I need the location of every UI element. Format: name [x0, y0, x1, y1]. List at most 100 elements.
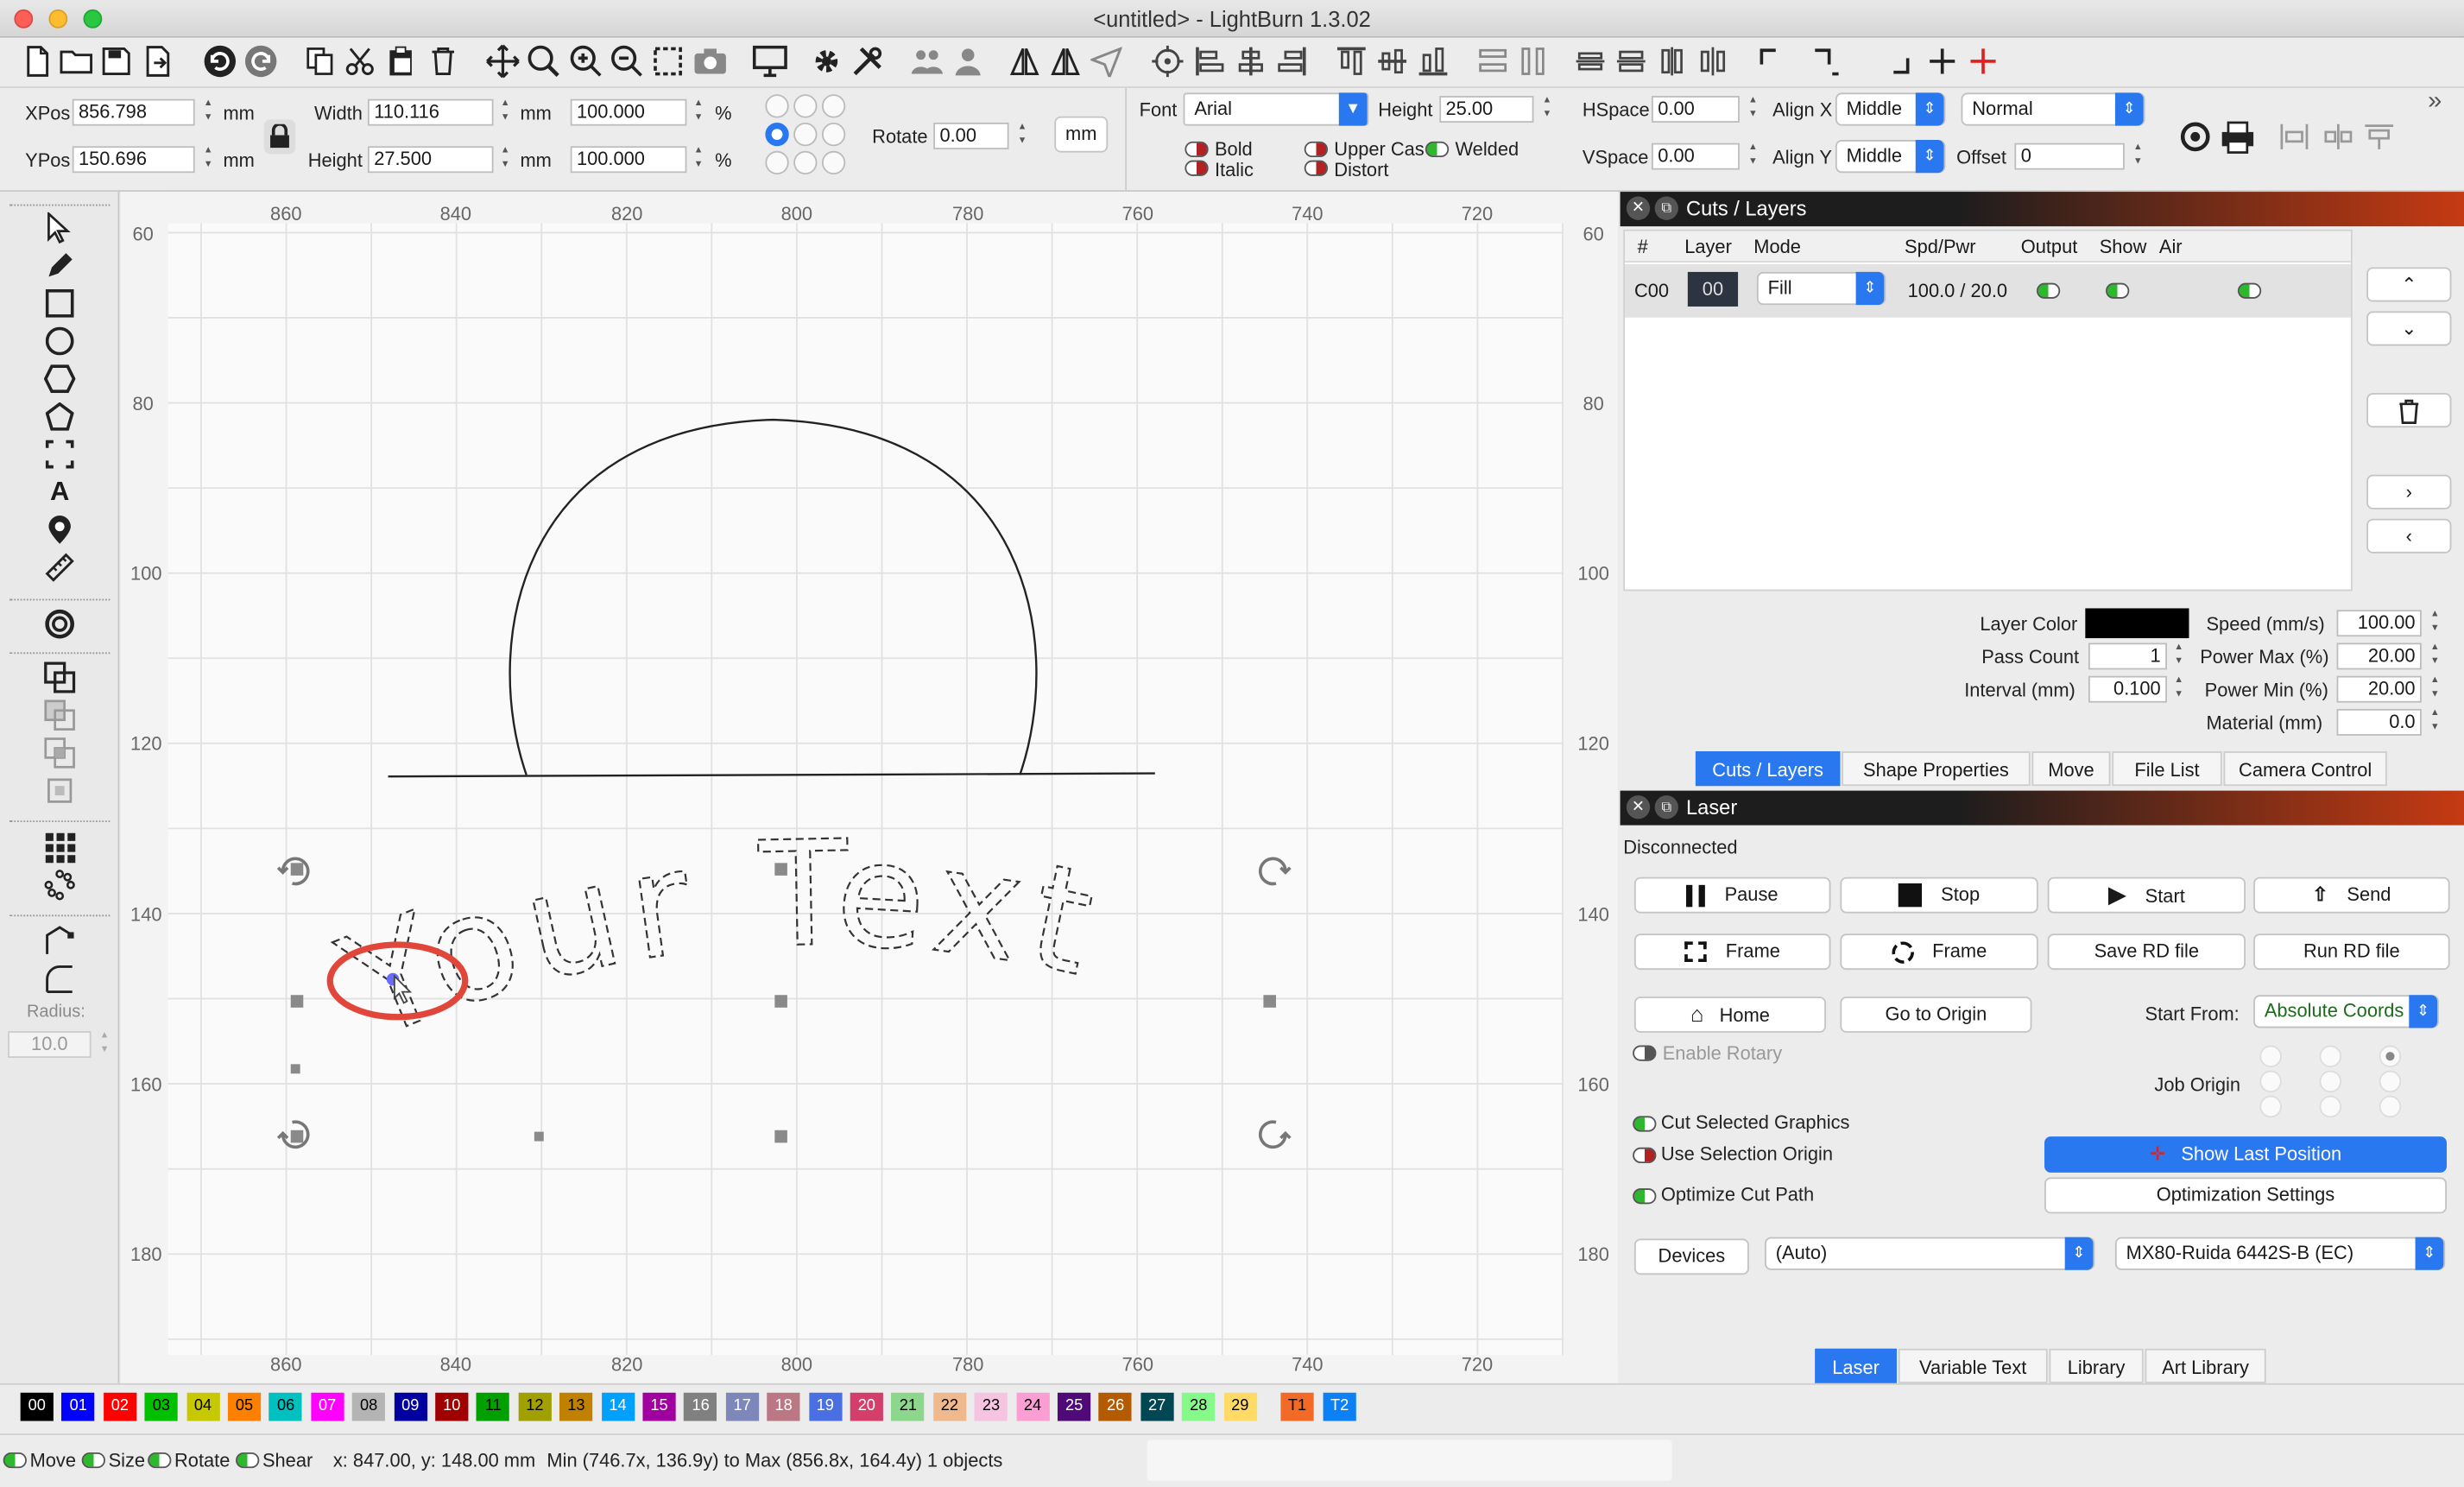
boolean-subtract-icon[interactable]: [42, 698, 77, 732]
tab-library[interactable]: Library: [2049, 1348, 2144, 1383]
camera-icon[interactable]: [692, 42, 730, 80]
text-mode-select[interactable]: Normal ⇕: [1961, 92, 2145, 126]
text-height-input[interactable]: 25.00: [1439, 96, 1534, 123]
rotate-toggle[interactable]: [148, 1452, 172, 1469]
more-chevron-icon[interactable]: »: [2428, 88, 2442, 117]
port-select[interactable]: (Auto) ⇕: [1765, 1237, 2095, 1270]
lock-icon[interactable]: [263, 119, 296, 155]
palette-swatch-07[interactable]: 07: [311, 1392, 344, 1421]
align-right-icon[interactable]: [1273, 42, 1311, 80]
material-input[interactable]: 0.0: [2336, 708, 2422, 736]
layer-swatch[interactable]: 00: [1687, 271, 1739, 307]
power-max-input[interactable]: 20.00: [2336, 642, 2422, 670]
print-icon[interactable]: [2219, 119, 2257, 154]
palette-swatch-05[interactable]: 05: [227, 1392, 262, 1421]
table-row[interactable]: C00 00 Fill ⇕ 100.0 / 20.0: [1625, 263, 2351, 318]
machine-settings-icon[interactable]: [849, 42, 887, 80]
palette-swatch-10[interactable]: 10: [435, 1392, 469, 1421]
paste-icon[interactable]: [382, 42, 420, 80]
crosshair-icon[interactable]: [1924, 42, 1962, 80]
export-icon[interactable]: [140, 42, 178, 80]
palette-swatch-02[interactable]: 02: [103, 1392, 136, 1421]
height-stepper[interactable]: ▲ ▼: [498, 144, 512, 174]
target-icon[interactable]: [1149, 42, 1187, 80]
palette-swatch-20[interactable]: 20: [850, 1392, 883, 1421]
tab-cuts-layers[interactable]: Cuts / Layers: [1695, 751, 1841, 787]
group-icon[interactable]: [908, 42, 946, 80]
scale-height-stepper[interactable]: ▲ ▼: [692, 144, 705, 174]
tab-move[interactable]: Move: [2031, 751, 2111, 787]
space-h-icon[interactable]: [1571, 42, 1609, 80]
palette-swatch-16[interactable]: 16: [684, 1392, 717, 1421]
corner-radius-icon[interactable]: [42, 962, 77, 997]
italic-toggle[interactable]: [1185, 160, 1209, 176]
scale-height-input[interactable]: 100.000: [570, 146, 687, 174]
interval-input[interactable]: 0.100: [2088, 675, 2167, 703]
speed-stepper[interactable]: ▲ ▼: [2428, 608, 2442, 638]
pass-count-input[interactable]: 1: [2088, 642, 2167, 670]
move-toggle[interactable]: [3, 1452, 27, 1469]
material-stepper[interactable]: ▲ ▼: [2428, 707, 2442, 737]
tab-variable-text[interactable]: Variable Text: [1898, 1348, 2048, 1383]
center-v-icon[interactable]: [1694, 42, 1732, 80]
tab-shape-properties[interactable]: Shape Properties: [1842, 751, 2031, 787]
flip-vertical-icon[interactable]: [1046, 42, 1084, 80]
radius-stepper[interactable]: ▲ ▼: [98, 1029, 111, 1060]
devices-button[interactable]: Devices: [1633, 1238, 1749, 1275]
palette-swatch-18[interactable]: 18: [767, 1392, 800, 1421]
enable-rotary-toggle[interactable]: [1633, 1045, 1657, 1061]
welded-toggle[interactable]: [1425, 141, 1450, 158]
new-file-icon[interactable]: [19, 42, 57, 80]
width-stepper[interactable]: ▲ ▼: [498, 98, 512, 128]
offset-input[interactable]: 0: [2014, 142, 2125, 170]
save-rd-button[interactable]: Save RD file: [2047, 933, 2246, 971]
send-icon[interactable]: [1088, 42, 1126, 80]
palette-swatch-03[interactable]: 03: [144, 1392, 179, 1421]
boolean-union-icon[interactable]: [42, 661, 77, 695]
text-height-stepper[interactable]: ▲ ▼: [1540, 94, 1554, 124]
output-toggle[interactable]: [2036, 282, 2061, 299]
anchor-mr-radio[interactable]: [821, 122, 846, 147]
tab-file-list[interactable]: File List: [2112, 751, 2222, 787]
delete-trash-icon[interactable]: [424, 42, 462, 80]
vspace-stepper[interactable]: ▲ ▼: [1746, 142, 1760, 172]
frame-button[interactable]: Frame: [1633, 933, 1831, 971]
height-input[interactable]: 27.500: [367, 146, 494, 174]
anchor-tl-radio[interactable]: [765, 94, 789, 118]
move-layer-up-button[interactable]: ⌃: [2366, 267, 2452, 302]
select-arrow-icon[interactable]: [42, 211, 77, 245]
layer-color-swatch[interactable]: [2085, 608, 2189, 639]
zoom-fit-icon[interactable]: [525, 42, 563, 80]
shear-toggle[interactable]: [236, 1452, 260, 1469]
copy-icon[interactable]: [301, 42, 339, 80]
close-panel-icon[interactable]: ✕: [1626, 196, 1651, 220]
rotate-stepper[interactable]: ▲ ▼: [1015, 121, 1029, 151]
anchor-bl-radio[interactable]: [765, 150, 789, 175]
job-origin-radio[interactable]: [2379, 1095, 2402, 1118]
anchor-ml-radio[interactable]: [765, 122, 789, 147]
run-rd-button[interactable]: Run RD file: [2253, 933, 2450, 971]
job-origin-radio[interactable]: [2259, 1045, 2282, 1067]
align-left-icon[interactable]: [1191, 42, 1229, 80]
save-icon[interactable]: [98, 42, 136, 80]
corner-tl-icon[interactable]: [1753, 42, 1791, 80]
anchor-tc-radio[interactable]: [793, 94, 818, 118]
move-icon[interactable]: [484, 42, 522, 80]
cut-selected-toggle[interactable]: [1633, 1116, 1657, 1132]
aligny-select[interactable]: Middle ⇕: [1835, 140, 1946, 174]
interval-stepper[interactable]: ▲ ▼: [2171, 674, 2185, 705]
measure-ruler-icon[interactable]: [42, 550, 77, 585]
palette-swatch-11[interactable]: 11: [477, 1392, 510, 1421]
cut-scissors-icon[interactable]: [341, 42, 379, 80]
move-layer-down-button[interactable]: ⌄: [2366, 311, 2452, 346]
ypos-stepper[interactable]: ▲ ▼: [201, 144, 215, 174]
hspace-input[interactable]: 0.00: [1651, 96, 1740, 123]
device-select[interactable]: MX80-Ruida 6442S-B (EC) ⇕: [2114, 1237, 2446, 1270]
job-origin-radio[interactable]: [2259, 1070, 2282, 1093]
align-center-icon[interactable]: [1232, 42, 1270, 80]
palette-swatch-26[interactable]: 26: [1098, 1392, 1133, 1421]
distribute-v-icon[interactable]: [1515, 42, 1553, 80]
power-min-input[interactable]: 20.00: [2336, 675, 2422, 703]
close-laser-panel-icon[interactable]: ✕: [1626, 795, 1651, 819]
go-to-origin-button[interactable]: Go to Origin: [1840, 997, 2032, 1033]
